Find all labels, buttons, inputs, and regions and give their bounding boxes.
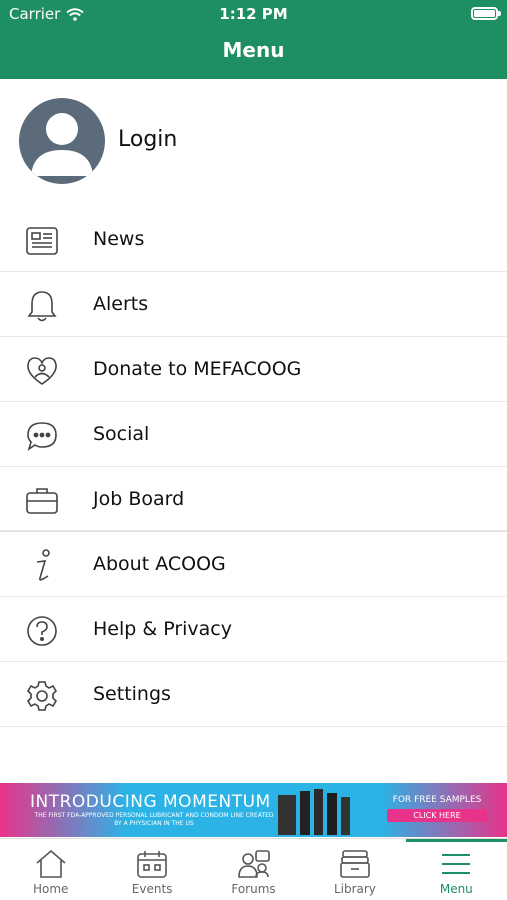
battery-icon [471,7,501,20]
newspaper-icon [24,223,60,259]
home-icon [34,848,68,880]
banner-subtitle: THE FIRST FDA-APPROVED PERSONAL LUBRICAN… [34,812,274,827]
login-label: Login [118,127,178,152]
secondary-menu: About ACOOG Help & Privacy Settings [0,532,507,727]
tab-library[interactable]: Library [304,839,405,900]
chat-bubble-icon [24,418,60,454]
menu-item-about[interactable]: About ACOOG [0,532,507,597]
menu-item-alerts[interactable]: Alerts [0,272,507,337]
banner-title: INTRODUCING MOMENTUM [30,792,271,812]
user-icon [31,113,93,176]
login-row[interactable]: Login [0,79,507,207]
archive-icon [338,848,372,880]
status-time: 1:12 PM [219,5,288,23]
briefcase-icon [24,483,60,519]
primary-menu: News Alerts Donate to MEFACOOG Social Jo… [0,207,507,532]
bell-icon [24,288,60,324]
menu-item-label: Help & Privacy [93,618,233,640]
heart-hand-icon [24,353,60,389]
people-icon [237,848,271,880]
menu-item-social[interactable]: Social [0,402,507,467]
tab-label: Forums [231,882,276,896]
menu-item-label: Alerts [93,293,149,315]
banner-click-button[interactable]: CLICK HERE [387,809,487,822]
avatar [19,98,105,184]
tab-label: Library [333,882,376,896]
ad-banner[interactable]: INTRODUCING MOMENTUM THE FIRST FDA-APPRO… [0,783,507,837]
tab-menu[interactable]: Menu [405,839,507,900]
question-icon [24,613,60,649]
menu-item-donate[interactable]: Donate to MEFACOOG [0,337,507,402]
menu-item-label: Social [93,423,150,445]
menu-item-label: Donate to MEFACOOG [93,358,302,380]
tab-events[interactable]: Events [101,839,202,900]
menu-item-label: Settings [93,683,171,705]
menu-item-news[interactable]: News [0,207,507,272]
calendar-icon [135,848,169,880]
menu-item-label: Job Board [93,488,185,510]
tab-home[interactable]: Home [0,839,101,900]
menu-item-job-board[interactable]: Job Board [0,467,507,532]
tab-label: Events [131,882,173,896]
tab-forums[interactable]: Forums [203,839,304,900]
status-bar: Carrier 1:12 PM [0,0,507,28]
banner-cta-text: FOR FREE SAMPLES [392,795,482,805]
tab-bar: Home Events Forums Library Menu [0,838,507,900]
menu-item-settings[interactable]: Settings [0,662,507,727]
banner-cta: FOR FREE SAMPLES CLICK HERE [387,795,487,822]
page-title: Menu [222,38,285,62]
tab-label: Home [32,882,69,896]
app-header: Carrier 1:12 PM Menu [0,0,507,79]
info-icon [24,548,60,584]
menu-item-label: News [93,228,145,250]
hamburger-icon [439,848,473,880]
product-bottles-image [278,789,350,835]
menu-item-label: About ACOOG [93,553,226,575]
menu-item-help[interactable]: Help & Privacy [0,597,507,662]
gear-icon [24,678,60,714]
tab-label: Menu [439,882,473,896]
